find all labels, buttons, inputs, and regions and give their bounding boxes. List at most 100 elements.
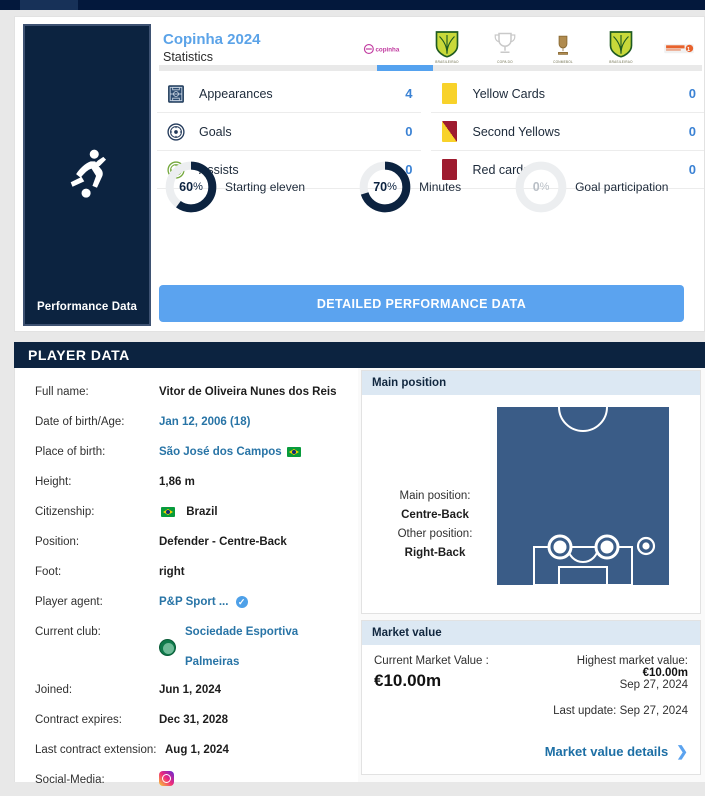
row-key: Height: bbox=[35, 476, 72, 488]
donut-minutes: 70% Minutes bbox=[357, 159, 461, 215]
player-data-row-position: Position: Defender - Centre-Back bbox=[15, 528, 358, 558]
market-value-last-update: Last update: Sep 27, 2024 bbox=[553, 705, 688, 717]
row-value: Brazil bbox=[159, 503, 218, 521]
competition-header: Copinha 2024 Statistics copinha BRASILEI… bbox=[157, 25, 704, 69]
pitch-diagram bbox=[495, 405, 671, 587]
performance-data-main: Copinha 2024 Statistics copinha BRASILEI… bbox=[157, 17, 704, 331]
main-position-panel: Main position Main position: Centre-Back… bbox=[361, 370, 701, 614]
main-position-body: Main position: Centre-Back Other positio… bbox=[362, 395, 700, 613]
top-bar-active-segment bbox=[20, 0, 78, 10]
place-of-birth-text: São José dos Campos bbox=[159, 446, 282, 458]
player-data-facts: Full name: Vitor de Oliveira Nunes dos R… bbox=[14, 368, 358, 786]
highest-market-value-label: Highest market value: bbox=[576, 655, 688, 667]
highest-market-value-date: Sep 27, 2024 bbox=[619, 679, 688, 691]
donut-percent: 60% bbox=[179, 180, 203, 194]
yellow-card-icon bbox=[439, 83, 461, 105]
stat-row-appearances[interactable]: Appearances 4 bbox=[157, 75, 421, 113]
club-name-line-1[interactable]: Sociedade Esportiva bbox=[185, 623, 298, 641]
competition-subtitle: Statistics bbox=[163, 50, 214, 64]
donut-starting-eleven: 60% Starting eleven bbox=[163, 159, 305, 215]
donut-label: Starting eleven bbox=[225, 180, 306, 194]
row-key: Full name: bbox=[35, 386, 89, 398]
player-data-side-panels: Main position Main position: Centre-Back… bbox=[358, 368, 705, 782]
stat-value: 0 bbox=[688, 86, 696, 101]
player-data-row-last-contract-extension: Last contract extension: Aug 1, 2024 bbox=[15, 736, 358, 766]
pitch-icon bbox=[165, 83, 187, 105]
main-position-panel-title: Main position bbox=[362, 371, 700, 395]
player-data-row-height: Height: 1,86 m bbox=[15, 468, 358, 498]
row-value[interactable]: P&P Sport ... bbox=[159, 593, 248, 611]
other-position-value: Right-Back bbox=[404, 547, 466, 559]
football-player-icon bbox=[58, 146, 116, 204]
donut-chart: 60% bbox=[163, 159, 219, 215]
second-yellow-card-icon bbox=[439, 121, 461, 143]
stat-label: Appearances bbox=[199, 86, 273, 101]
row-value bbox=[159, 771, 174, 786]
market-value-body: Current Market Value : €10.00m Highest m… bbox=[362, 645, 700, 774]
row-key: Date of birth/Age: bbox=[35, 416, 125, 428]
instagram-icon[interactable] bbox=[159, 771, 174, 786]
stat-label: Yellow Cards bbox=[472, 86, 546, 101]
player-data-row-citizenship: Citizenship: Brazil bbox=[15, 498, 358, 528]
svg-text:1: 1 bbox=[687, 47, 690, 53]
main-position-value: Centre-Back bbox=[401, 509, 469, 521]
chevron-right-icon: ❯ bbox=[676, 743, 688, 759]
stat-value: 4 bbox=[405, 86, 413, 101]
stat-row-second-yellows[interactable]: Second Yellows 0 bbox=[430, 113, 704, 151]
player-data-row-contract-expires: Contract expires: Dec 31, 2028 bbox=[15, 706, 358, 736]
brazil-flag-icon bbox=[161, 506, 175, 517]
row-key: Place of birth: bbox=[35, 446, 106, 458]
page-content: Performance Data Copinha 2024 Statistics… bbox=[14, 14, 705, 786]
main-position-label: Main position: bbox=[399, 490, 471, 502]
performance-data-side-panel: Performance Data bbox=[23, 24, 151, 326]
brazil-flag-icon bbox=[286, 446, 301, 457]
market-value-details-link[interactable]: Market value details ❯ bbox=[545, 743, 688, 760]
player-data-section: PLAYER DATA Full name: Vitor de Oliveira… bbox=[14, 342, 705, 786]
row-key: Position: bbox=[35, 536, 80, 548]
donut-percent: 0% bbox=[532, 180, 550, 194]
row-key: Contract expires: bbox=[35, 714, 122, 726]
row-key: Foot: bbox=[35, 566, 62, 578]
row-value: Vitor de Oliveira Nunes dos Reis bbox=[159, 386, 337, 398]
donut-chart: 0% bbox=[513, 159, 569, 215]
site-top-bar bbox=[0, 0, 705, 10]
highest-market-value: €10.00m bbox=[642, 667, 688, 679]
competition-title[interactable]: Copinha 2024 bbox=[163, 31, 261, 48]
donut-goal-participation: 0% Goal participation bbox=[513, 159, 668, 215]
row-key: Citizenship: bbox=[35, 506, 95, 518]
donut-chart: 70% bbox=[357, 159, 413, 215]
market-value-panel: Market value Current Market Value : €10.… bbox=[361, 620, 701, 775]
detailed-performance-data-button[interactable]: DETAILED PERFORMANCE DATA bbox=[159, 285, 684, 322]
stat-row-goals[interactable]: Goals 0 bbox=[157, 113, 421, 151]
row-key: Social-Media: bbox=[35, 774, 105, 786]
competition-scrollbar-thumb[interactable] bbox=[377, 65, 433, 71]
row-value[interactable]: Jan 12, 2006 (18) bbox=[159, 413, 250, 431]
stat-label: Second Yellows bbox=[472, 124, 561, 139]
stat-row-yellow-cards[interactable]: Yellow Cards 0 bbox=[430, 75, 704, 113]
competition-scrollbar[interactable] bbox=[159, 65, 702, 71]
performance-data-side-label: Performance Data bbox=[36, 301, 138, 313]
row-value: Aug 1, 2024 bbox=[165, 744, 229, 756]
row-value: Dec 31, 2028 bbox=[159, 714, 229, 726]
donut-label: Goal participation bbox=[575, 180, 669, 194]
player-data-row-place-of-birth: Place of birth: São José dos Campos bbox=[15, 438, 358, 468]
player-data-row-joined: Joined: Jun 1, 2024 bbox=[15, 676, 358, 706]
row-value: Defender - Centre-Back bbox=[159, 536, 287, 548]
row-key: Last contract extension: bbox=[35, 744, 157, 756]
player-data-row-player-agent: Player agent: P&P Sport ... bbox=[15, 588, 358, 618]
market-value-panel-title: Market value bbox=[362, 621, 700, 645]
verified-badge-icon bbox=[235, 595, 248, 608]
current-club-block: Sociedade Esportiva Palmeiras bbox=[159, 623, 298, 671]
stat-value: 0 bbox=[688, 124, 696, 139]
svg-text:copinha: copinha bbox=[375, 47, 399, 54]
row-value: right bbox=[159, 566, 185, 578]
goal-ball-icon bbox=[165, 121, 187, 143]
club-name-line-2[interactable]: Palmeiras bbox=[185, 653, 298, 671]
player-data-header: PLAYER DATA bbox=[14, 342, 705, 368]
performance-donut-charts: 60% Starting eleven 70% Minutes 0 % Goal… bbox=[157, 149, 704, 225]
player-data-body: Full name: Vitor de Oliveira Nunes dos R… bbox=[14, 368, 705, 786]
donut-percent: 70% bbox=[373, 180, 397, 194]
player-data-row-full-name: Full name: Vitor de Oliveira Nunes dos R… bbox=[15, 378, 358, 408]
performance-data-card: Performance Data Copinha 2024 Statistics… bbox=[14, 16, 705, 332]
row-value[interactable]: São José dos Campos bbox=[159, 443, 303, 461]
